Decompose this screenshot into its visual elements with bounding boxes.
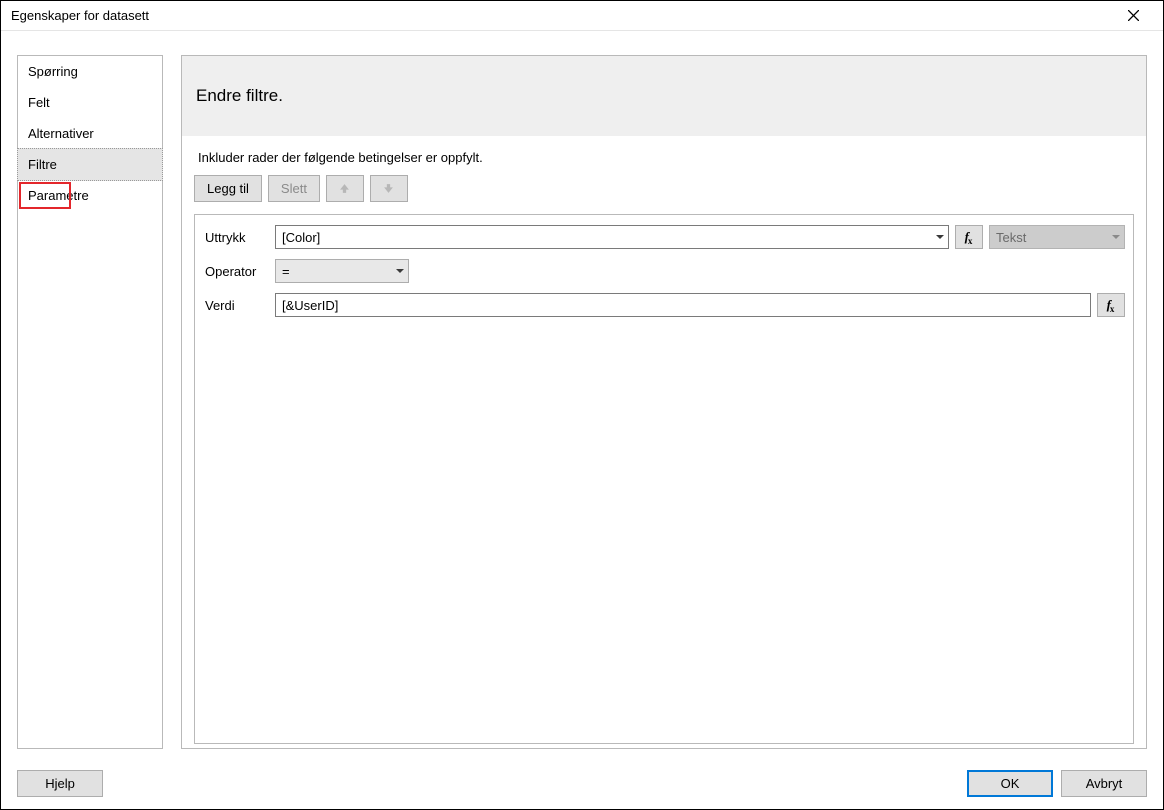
type-value: Tekst — [996, 230, 1026, 245]
sidebar-item-query[interactable]: Spørring — [18, 56, 162, 87]
instruction-text: Inkluder rader der følgende betingelser … — [182, 136, 1146, 175]
cancel-button[interactable]: Avbryt — [1061, 770, 1147, 797]
window-title: Egenskaper for datasett — [11, 8, 149, 23]
add-button-label: Legg til — [207, 181, 249, 196]
help-button[interactable]: Hjelp — [17, 770, 103, 797]
chevron-down-icon — [1112, 235, 1120, 239]
footer-right: OK Avbryt — [967, 770, 1147, 797]
dialog-window: Egenskaper for datasett Spørring Felt Al… — [0, 0, 1164, 810]
expression-label: Uttrykk — [203, 230, 275, 245]
operator-row: Operator = — [203, 259, 1125, 283]
value-label: Verdi — [203, 298, 275, 313]
sidebar-item-options[interactable]: Alternativer — [18, 118, 162, 149]
sidebar-item-parameters[interactable]: Parametre — [18, 180, 162, 211]
cancel-button-label: Avbryt — [1086, 776, 1123, 791]
move-up-button[interactable] — [326, 175, 364, 202]
filter-editor: Uttrykk [Color] fx Tekst — [194, 214, 1134, 744]
arrow-up-icon — [339, 183, 350, 194]
add-button[interactable]: Legg til — [194, 175, 262, 202]
arrow-down-icon — [383, 183, 394, 194]
type-combo: Tekst — [989, 225, 1125, 249]
operator-combo[interactable]: = — [275, 259, 409, 283]
sidebar-item-label: Alternativer — [28, 126, 94, 141]
panel-heading: Endre filtre. — [182, 56, 1146, 136]
help-button-label: Hjelp — [45, 776, 75, 791]
value-input[interactable] — [275, 293, 1091, 317]
close-icon — [1128, 10, 1139, 21]
ok-button-label: OK — [1001, 776, 1020, 791]
value-fx-button[interactable]: fx — [1097, 293, 1125, 317]
operator-value: = — [282, 264, 290, 279]
sidebar-item-label: Felt — [28, 95, 50, 110]
move-down-button[interactable] — [370, 175, 408, 202]
sidebar-item-label: Spørring — [28, 64, 78, 79]
sidebar: Spørring Felt Alternativer Filtre Parame… — [17, 55, 163, 749]
expression-value: [Color] — [282, 230, 320, 245]
chevron-down-icon — [936, 235, 944, 239]
fx-icon: fx — [965, 229, 974, 245]
delete-button-label: Slett — [281, 181, 307, 196]
expression-row: Uttrykk [Color] fx Tekst — [203, 225, 1125, 249]
panel-heading-text: Endre filtre. — [196, 86, 283, 106]
sidebar-item-label: Parametre — [28, 188, 89, 203]
chevron-down-icon — [396, 269, 404, 273]
sidebar-item-fields[interactable]: Felt — [18, 87, 162, 118]
expression-combo[interactable]: [Color] — [275, 225, 949, 249]
sidebar-item-filters[interactable]: Filtre — [17, 148, 163, 181]
expression-fx-button[interactable]: fx — [955, 225, 983, 249]
ok-button[interactable]: OK — [967, 770, 1053, 797]
fx-icon: fx — [1107, 297, 1116, 313]
delete-button[interactable]: Slett — [268, 175, 320, 202]
dialog-body: Spørring Felt Alternativer Filtre Parame… — [1, 31, 1163, 809]
close-button[interactable] — [1113, 2, 1153, 30]
dialog-footer: Hjelp OK Avbryt — [17, 770, 1147, 797]
sidebar-item-label: Filtre — [28, 157, 57, 172]
operator-label: Operator — [203, 264, 275, 279]
titlebar: Egenskaper for datasett — [1, 1, 1163, 31]
main-panel: Endre filtre. Inkluder rader der følgend… — [181, 55, 1147, 749]
filter-toolbar: Legg til Slett — [182, 175, 1146, 214]
value-row: Verdi fx — [203, 293, 1125, 317]
